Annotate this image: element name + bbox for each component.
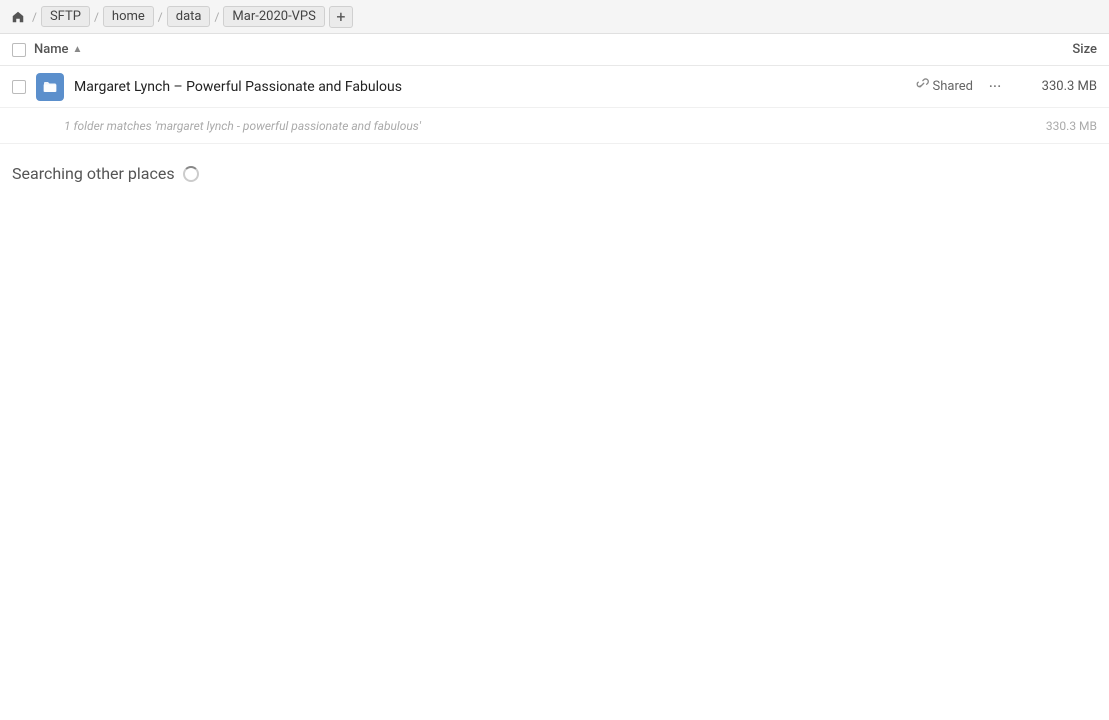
- breadcrumb-sep-2: /: [156, 10, 165, 24]
- name-column-header[interactable]: Name ▲: [34, 42, 1007, 57]
- size-column-header: Size: [1007, 42, 1097, 57]
- breadcrumb-item-home[interactable]: home: [103, 6, 154, 27]
- folder-icon: [36, 73, 64, 101]
- file-icon-wrap: [34, 71, 66, 103]
- sort-arrow-icon: ▲: [73, 44, 83, 55]
- column-header: Name ▲ Size: [0, 34, 1109, 66]
- link-icon: [915, 78, 929, 96]
- breadcrumb-item-mar2020vps[interactable]: Mar-2020-VPS: [223, 6, 324, 27]
- match-info-row: 1 folder matches 'margaret lynch - power…: [0, 108, 1109, 144]
- header-checkbox[interactable]: [12, 43, 34, 57]
- select-all-checkbox[interactable]: [12, 43, 26, 57]
- table-row[interactable]: Margaret Lynch – Powerful Passionate and…: [0, 66, 1109, 108]
- breadcrumb-sep-0: /: [30, 10, 39, 24]
- searching-section: Searching other places: [0, 144, 1109, 191]
- breadcrumb-bar: / SFTP / home / data / Mar-2020-VPS +: [0, 0, 1109, 34]
- shared-badge: Shared: [915, 78, 973, 96]
- breadcrumb-add-button[interactable]: +: [329, 6, 353, 28]
- breadcrumb-item-sftp[interactable]: SFTP: [41, 6, 90, 27]
- file-checkbox[interactable]: [12, 80, 26, 94]
- match-size: 330.3 MB: [1017, 119, 1097, 133]
- file-name: Margaret Lynch – Powerful Passionate and…: [74, 79, 915, 95]
- file-badges: Shared: [915, 78, 973, 96]
- more-options-button[interactable]: ···: [981, 73, 1009, 101]
- breadcrumb-sep-3: /: [212, 10, 221, 24]
- searching-label: Searching other places: [12, 164, 175, 183]
- match-text: 1 folder matches 'margaret lynch - power…: [64, 119, 1017, 133]
- breadcrumb-item-data[interactable]: data: [167, 6, 211, 27]
- row-checkbox[interactable]: [12, 80, 34, 94]
- breadcrumb-sep-1: /: [92, 10, 101, 24]
- file-size: 330.3 MB: [1017, 79, 1097, 94]
- loading-spinner: [183, 166, 199, 182]
- breadcrumb-home-icon[interactable]: [8, 7, 28, 27]
